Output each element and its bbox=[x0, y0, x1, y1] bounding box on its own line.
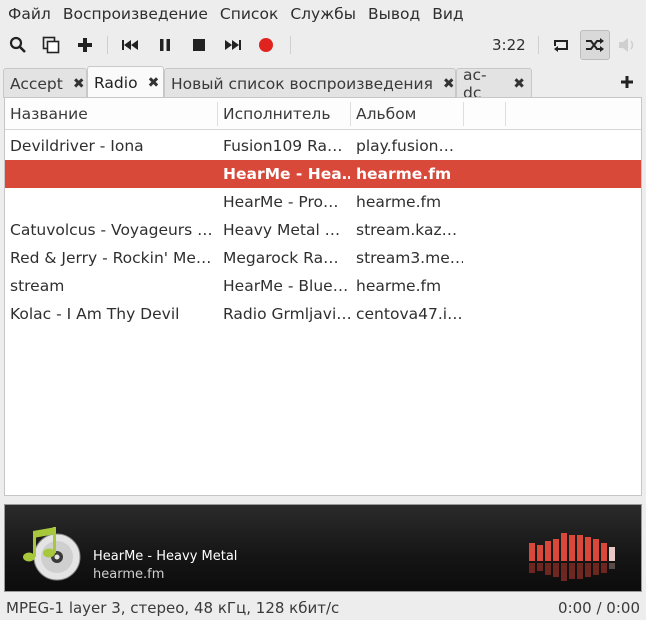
repeat-icon bbox=[554, 40, 568, 52]
playlist-view[interactable]: Название Исполнитель Альбом Devildriver … bbox=[4, 97, 642, 496]
record-button[interactable] bbox=[252, 31, 280, 59]
status-time: 0:00 / 0:00 bbox=[558, 599, 640, 617]
cell-artist: HearMe - Hea… bbox=[223, 165, 350, 183]
cell-title: Devildriver - Iona bbox=[10, 137, 144, 155]
cell-album: stream.kaz… bbox=[356, 221, 458, 239]
record-icon bbox=[259, 38, 273, 52]
tab-label: Новый список воспроизведения bbox=[171, 74, 433, 93]
table-row[interactable]: Red & Jerry - Rockin' Me… Megarock Ra… s… bbox=[5, 244, 641, 272]
tab-radio[interactable]: Radio ✖ bbox=[87, 66, 164, 98]
close-icon[interactable]: ✖ bbox=[73, 76, 85, 92]
shuffle-icon bbox=[586, 38, 604, 52]
music-disc-icon bbox=[23, 527, 81, 581]
cell-artist: Heavy Metal … bbox=[223, 221, 341, 239]
cell-title: Catuvolcus - Voyageurs … bbox=[10, 221, 213, 239]
previous-button[interactable] bbox=[116, 31, 144, 59]
search-button[interactable] bbox=[4, 31, 32, 59]
add-tab-button[interactable] bbox=[621, 72, 633, 93]
table-row[interactable]: Devildriver - Iona Fusion109 Ra… play.fu… bbox=[5, 132, 641, 160]
menu-services[interactable]: Службы bbox=[286, 5, 360, 23]
stop-button[interactable] bbox=[185, 31, 213, 59]
next-icon bbox=[225, 40, 241, 50]
close-icon[interactable]: ✖ bbox=[443, 76, 455, 92]
playback-time: 3:22 bbox=[492, 36, 526, 54]
status-format: MPEG-1 layer 3, стерео, 48 кГц, 128 кбит… bbox=[6, 599, 340, 617]
tab-ac-dc[interactable]: ac-dc ✖ bbox=[456, 66, 532, 102]
table-row[interactable]: stream HearMe - Blue… hearme.fm bbox=[5, 272, 641, 300]
cell-title bbox=[5, 188, 217, 216]
cell-album: stream3.me… bbox=[356, 249, 463, 267]
pause-icon bbox=[160, 39, 170, 51]
menu-playback[interactable]: Воспроизведение bbox=[59, 5, 212, 23]
menu-playlist[interactable]: Список bbox=[216, 5, 282, 23]
menu-view[interactable]: Вид bbox=[428, 5, 467, 23]
cell-artist: HearMe - Blue… bbox=[223, 277, 349, 295]
cell-title: Red & Jerry - Rockin' Me… bbox=[10, 249, 212, 267]
add-icon bbox=[621, 76, 633, 88]
pause-button[interactable] bbox=[151, 31, 179, 59]
cell-artist: Fusion109 Ra… bbox=[223, 137, 343, 155]
cell-album: hearme.fm bbox=[356, 277, 442, 295]
table-row[interactable]: HearMe - Pro… hearme.fm bbox=[5, 188, 641, 216]
playlist-tabs: Accept ✖ Radio ✖ Новый список воспроизве… bbox=[0, 66, 646, 102]
cell-album: centova47.i… bbox=[356, 305, 463, 323]
cell-artist: Megarock Ra… bbox=[223, 249, 339, 267]
spectrum-visualizer bbox=[529, 533, 615, 581]
column-divider[interactable] bbox=[505, 102, 506, 126]
tab-label: Radio bbox=[94, 73, 138, 92]
table-row-selected[interactable]: HearMe - Hea… hearme.fm bbox=[5, 160, 641, 188]
playlist-header: Название Исполнитель Альбом bbox=[5, 98, 641, 130]
next-button[interactable] bbox=[219, 31, 247, 59]
copy-button[interactable] bbox=[37, 31, 65, 59]
cell-title: stream bbox=[10, 277, 65, 295]
cell-title bbox=[5, 160, 217, 188]
add-icon bbox=[78, 38, 92, 52]
toolbar: 3:22 bbox=[0, 28, 646, 62]
cell-album: play.fusion… bbox=[356, 137, 455, 155]
tab-accept[interactable]: Accept ✖ bbox=[3, 68, 87, 98]
cell-album: hearme.fm bbox=[356, 165, 452, 183]
cell-artist: Radio Grmljavi… bbox=[223, 305, 350, 323]
copy-icon bbox=[42, 36, 60, 54]
cell-album: hearme.fm bbox=[356, 193, 442, 211]
now-playing-panel: HearMe - Heavy Metal hearme.fm bbox=[4, 504, 642, 592]
now-playing-title: HearMe - Heavy Metal bbox=[93, 549, 238, 564]
shuffle-button[interactable] bbox=[580, 30, 610, 60]
table-row[interactable]: Catuvolcus - Voyageurs … Heavy Metal … s… bbox=[5, 216, 641, 244]
volume-icon bbox=[619, 38, 634, 52]
repeat-button[interactable] bbox=[547, 31, 575, 59]
add-button[interactable] bbox=[71, 31, 99, 59]
column-header-title[interactable]: Название bbox=[5, 98, 217, 129]
toolbar-separator bbox=[538, 36, 539, 54]
cell-title: Kolac - I Am Thy Devil bbox=[10, 305, 180, 323]
stop-icon bbox=[193, 39, 205, 51]
now-playing-subtitle: hearme.fm bbox=[93, 567, 165, 582]
menu-file[interactable]: Файл bbox=[4, 5, 55, 23]
toolbar-separator bbox=[290, 36, 291, 54]
search-icon bbox=[9, 36, 26, 53]
column-header-album[interactable]: Альбом bbox=[351, 98, 463, 129]
toolbar-separator bbox=[107, 36, 108, 54]
close-icon[interactable]: ✖ bbox=[148, 75, 160, 91]
tab-label: Accept bbox=[10, 74, 63, 93]
column-header-artist[interactable]: Исполнитель bbox=[218, 98, 350, 129]
column-divider[interactable] bbox=[463, 102, 464, 126]
tab-new-playlist[interactable]: Новый список воспроизведения ✖ bbox=[164, 68, 456, 98]
volume-button[interactable] bbox=[614, 31, 642, 59]
close-icon[interactable]: ✖ bbox=[513, 76, 525, 92]
menu-output[interactable]: Вывод bbox=[364, 5, 424, 23]
table-row[interactable]: Kolac - I Am Thy Devil Radio Grmljavi… c… bbox=[5, 300, 641, 328]
cell-artist: HearMe - Pro… bbox=[223, 193, 339, 211]
menubar: Файл Воспроизведение Список Службы Вывод… bbox=[0, 0, 646, 28]
previous-icon bbox=[122, 40, 138, 50]
